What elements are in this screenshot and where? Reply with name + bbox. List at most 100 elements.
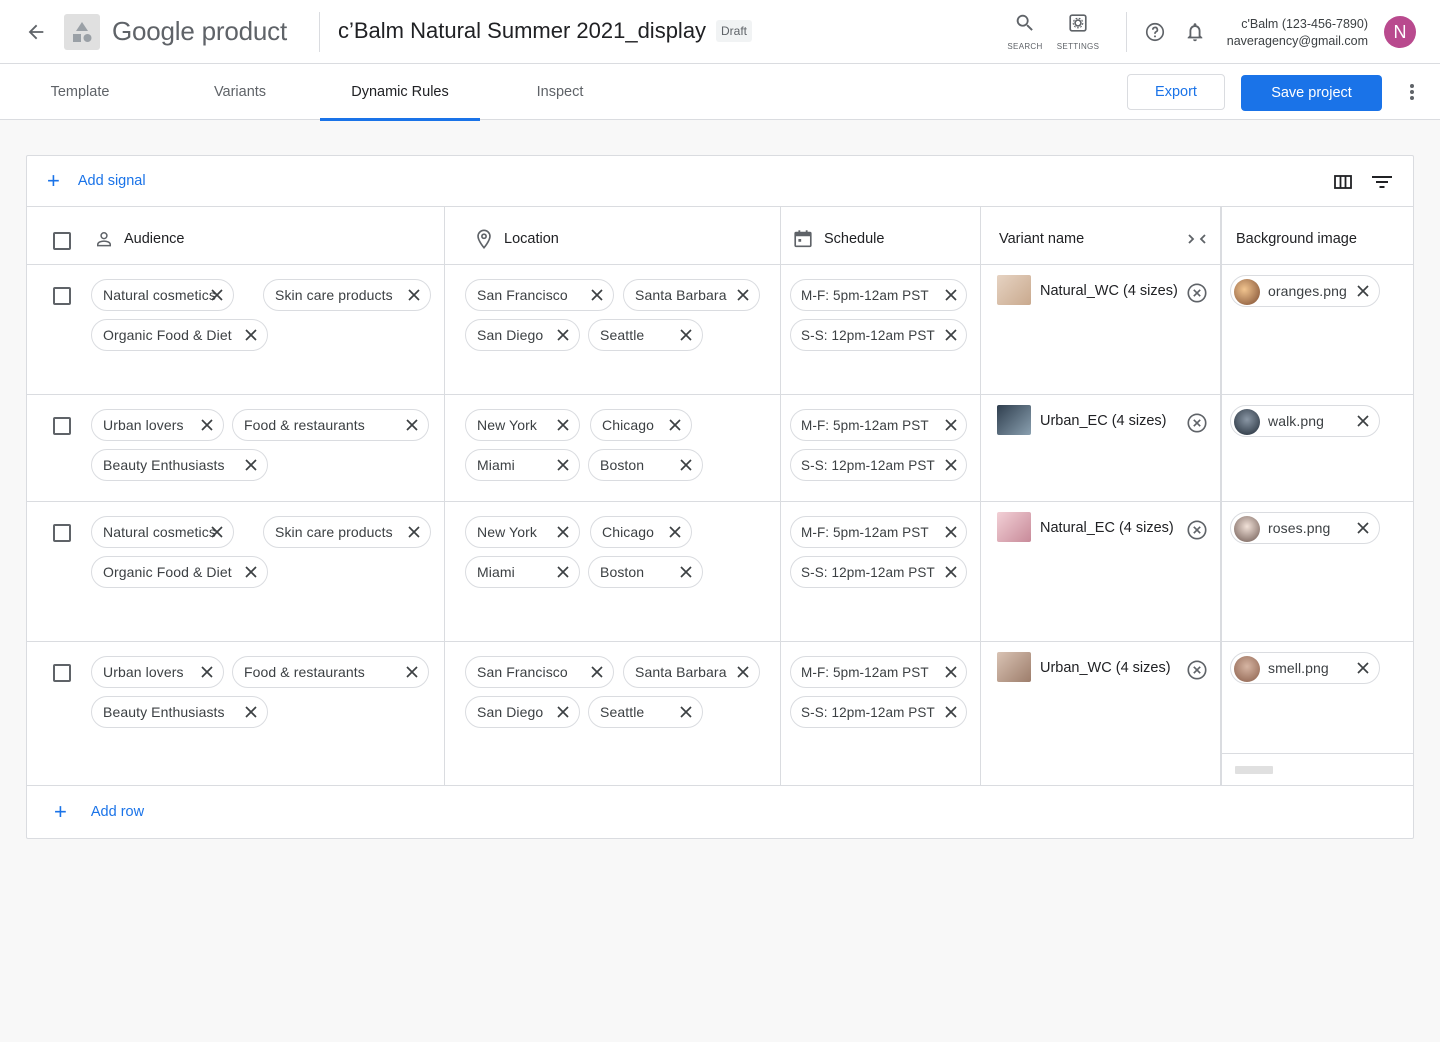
column-header-location[interactable]: Location bbox=[473, 210, 559, 268]
remove-chip-icon[interactable] bbox=[736, 665, 750, 679]
remove-chip-icon[interactable] bbox=[1356, 284, 1370, 298]
location-chip[interactable]: Miami bbox=[465, 449, 580, 481]
background-image-chip[interactable]: roses.png bbox=[1230, 512, 1380, 544]
remove-variant-icon[interactable] bbox=[1186, 282, 1208, 304]
location-chip[interactable]: Chicago bbox=[590, 409, 692, 441]
settings-button[interactable]: SETTINGS bbox=[1054, 12, 1102, 51]
collapse-columns-icon[interactable] bbox=[1186, 229, 1208, 249]
schedule-chip[interactable]: M-F: 5pm-12am PST bbox=[790, 409, 967, 441]
location-chip[interactable]: San Diego bbox=[465, 319, 580, 351]
schedule-chip[interactable]: M-F: 5pm-12am PST bbox=[790, 516, 967, 548]
variant-name[interactable]: Urban_EC (4 sizes) bbox=[1040, 413, 1167, 429]
background-image-chip[interactable]: smell.png bbox=[1230, 652, 1380, 684]
remove-chip-icon[interactable] bbox=[405, 418, 419, 432]
horizontal-scrollbar[interactable] bbox=[1235, 766, 1273, 774]
remove-chip-icon[interactable] bbox=[679, 565, 693, 579]
audience-chip[interactable]: Food & restaurants bbox=[232, 656, 429, 688]
variant-name[interactable]: Urban_WC (4 sizes) bbox=[1040, 660, 1171, 676]
remove-variant-icon[interactable] bbox=[1186, 519, 1208, 541]
row-checkbox[interactable] bbox=[53, 524, 71, 542]
location-chip[interactable]: Boston bbox=[588, 556, 703, 588]
remove-chip-icon[interactable] bbox=[679, 328, 693, 342]
audience-chip[interactable]: Food & restaurants bbox=[232, 409, 429, 441]
column-header-audience[interactable]: Audience bbox=[94, 210, 184, 268]
location-chip[interactable]: San Francisco bbox=[465, 279, 614, 311]
remove-chip-icon[interactable] bbox=[944, 525, 958, 539]
audience-chip[interactable]: Skin care products bbox=[263, 516, 431, 548]
save-project-button[interactable]: Save project bbox=[1241, 75, 1382, 111]
remove-chip-icon[interactable] bbox=[556, 458, 570, 472]
remove-chip-icon[interactable] bbox=[679, 705, 693, 719]
variant-name[interactable]: Natural_EC (4 sizes) bbox=[1040, 520, 1174, 536]
remove-chip-icon[interactable] bbox=[944, 458, 958, 472]
audience-chip[interactable]: Beauty Enthusiasts bbox=[91, 696, 268, 728]
audience-chip[interactable]: Beauty Enthusiasts bbox=[91, 449, 268, 481]
location-chip[interactable]: Seattle bbox=[588, 319, 703, 351]
audience-chip[interactable]: Natural cosmetics bbox=[91, 516, 234, 548]
location-chip[interactable]: Santa Barbara bbox=[623, 656, 760, 688]
remove-chip-icon[interactable] bbox=[200, 665, 214, 679]
select-all-checkbox[interactable] bbox=[53, 232, 71, 250]
audience-chip[interactable]: Organic Food & Diet bbox=[91, 556, 268, 588]
more-vert-icon[interactable] bbox=[1400, 80, 1424, 104]
remove-chip-icon[interactable] bbox=[556, 328, 570, 342]
account-info[interactable]: c'Balm (123-456-7890) naveragency@gmail.… bbox=[1227, 16, 1368, 50]
columns-icon[interactable] bbox=[1332, 172, 1354, 192]
audience-chip[interactable]: Skin care products bbox=[263, 279, 431, 311]
remove-chip-icon[interactable] bbox=[210, 525, 224, 539]
location-chip[interactable]: Santa Barbara bbox=[623, 279, 760, 311]
row-checkbox[interactable] bbox=[53, 664, 71, 682]
remove-chip-icon[interactable] bbox=[244, 458, 258, 472]
column-header-schedule[interactable]: Schedule bbox=[792, 210, 884, 268]
location-chip[interactable]: San Francisco bbox=[465, 656, 614, 688]
remove-chip-icon[interactable] bbox=[944, 565, 958, 579]
remove-variant-icon[interactable] bbox=[1186, 412, 1208, 434]
filter-icon[interactable] bbox=[1371, 172, 1393, 192]
tab-template[interactable]: Template bbox=[0, 64, 160, 120]
remove-chip-icon[interactable] bbox=[244, 565, 258, 579]
remove-chip-icon[interactable] bbox=[244, 705, 258, 719]
remove-chip-icon[interactable] bbox=[556, 705, 570, 719]
remove-chip-icon[interactable] bbox=[668, 525, 682, 539]
location-chip[interactable]: Boston bbox=[588, 449, 703, 481]
audience-chip[interactable]: Urban lovers bbox=[91, 409, 224, 441]
background-image-chip[interactable]: walk.png bbox=[1230, 405, 1380, 437]
remove-chip-icon[interactable] bbox=[736, 288, 750, 302]
remove-chip-icon[interactable] bbox=[407, 288, 421, 302]
schedule-chip[interactable]: M-F: 5pm-12am PST bbox=[790, 656, 967, 688]
row-checkbox[interactable] bbox=[53, 417, 71, 435]
variant-name[interactable]: Natural_WC (4 sizes) bbox=[1040, 283, 1178, 299]
remove-chip-icon[interactable] bbox=[944, 705, 958, 719]
location-chip[interactable]: Seattle bbox=[588, 696, 703, 728]
schedule-chip[interactable]: S-S: 12pm-12am PST bbox=[790, 696, 967, 728]
remove-variant-icon[interactable] bbox=[1186, 659, 1208, 681]
schedule-chip[interactable]: S-S: 12pm-12am PST bbox=[790, 319, 967, 351]
remove-chip-icon[interactable] bbox=[556, 418, 570, 432]
audience-chip[interactable]: Urban lovers bbox=[91, 656, 224, 688]
location-chip[interactable]: Chicago bbox=[590, 516, 692, 548]
remove-chip-icon[interactable] bbox=[1356, 661, 1370, 675]
remove-chip-icon[interactable] bbox=[407, 525, 421, 539]
remove-chip-icon[interactable] bbox=[1356, 414, 1370, 428]
remove-chip-icon[interactable] bbox=[405, 665, 419, 679]
help-icon[interactable] bbox=[1143, 20, 1167, 44]
tab-dynamic-rules[interactable]: Dynamic Rules bbox=[320, 64, 480, 121]
remove-chip-icon[interactable] bbox=[944, 288, 958, 302]
column-header-background-image[interactable]: Background image bbox=[1236, 210, 1357, 268]
remove-chip-icon[interactable] bbox=[556, 565, 570, 579]
remove-chip-icon[interactable] bbox=[944, 418, 958, 432]
remove-chip-icon[interactable] bbox=[244, 328, 258, 342]
avatar[interactable]: N bbox=[1384, 16, 1416, 48]
location-chip[interactable]: New York bbox=[465, 409, 580, 441]
add-row-button[interactable]: + Add row bbox=[54, 801, 144, 823]
remove-chip-icon[interactable] bbox=[944, 328, 958, 342]
export-button[interactable]: Export bbox=[1127, 74, 1225, 110]
remove-chip-icon[interactable] bbox=[590, 665, 604, 679]
background-image-chip[interactable]: oranges.png bbox=[1230, 275, 1380, 307]
remove-chip-icon[interactable] bbox=[210, 288, 224, 302]
schedule-chip[interactable]: M-F: 5pm-12am PST bbox=[790, 279, 967, 311]
tab-variants[interactable]: Variants bbox=[160, 64, 320, 120]
row-checkbox[interactable] bbox=[53, 287, 71, 305]
remove-chip-icon[interactable] bbox=[1356, 521, 1370, 535]
tab-inspect[interactable]: Inspect bbox=[480, 64, 640, 120]
